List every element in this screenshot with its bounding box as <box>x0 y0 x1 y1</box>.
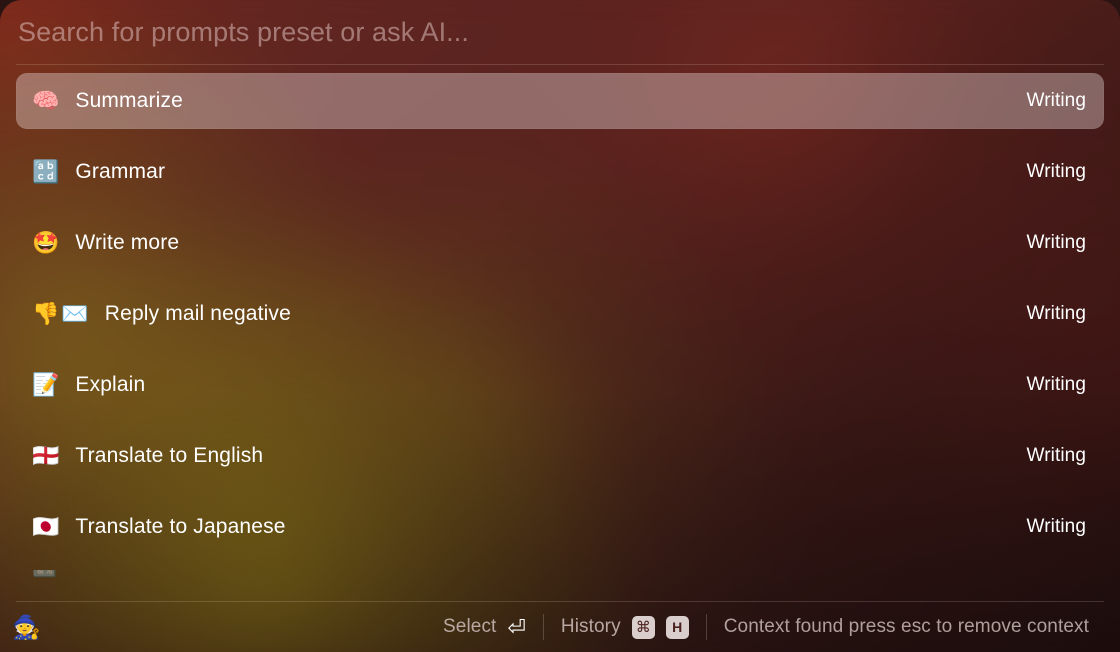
launcher-content: 🧠 Summarize Writing 🔡 Grammar Writing 🤩 … <box>0 0 1120 652</box>
command-key-icon: ⌘ <box>631 615 655 639</box>
list-item-label: Write more <box>75 231 180 254</box>
list-item[interactable]: 🏴󠁧󠁢󠁥󠁮󠁧󠁿 Translate to English Writing <box>16 428 1104 484</box>
list-item[interactable]: 👎✉️ Reply mail negative Writing <box>16 286 1104 342</box>
history-label: History <box>560 616 621 637</box>
list-item-category: Writing <box>1026 303 1086 324</box>
search-input[interactable] <box>18 16 1102 48</box>
brain-icon: 🧠 <box>32 88 62 113</box>
list-item[interactable]: 🔡 Grammar Writing <box>16 144 1104 200</box>
list-item-label: Translate to Japanese <box>75 515 286 538</box>
prompt-launcher-window: 🧠 Summarize Writing 🔡 Grammar Writing 🤩 … <box>0 0 1120 652</box>
list-item[interactable]: 🤩 Write more Writing <box>16 215 1104 271</box>
list-item-label: Translate to English <box>75 444 264 467</box>
list-item-label: Summarize <box>75 89 183 112</box>
list-item-label: Grammar <box>75 160 166 183</box>
japan-flag-icon: 🇯🇵 <box>32 514 62 539</box>
list-item-category: Writing <box>1026 516 1086 537</box>
list-item[interactable]: 📝 Explain Writing <box>16 357 1104 413</box>
england-flag-icon: 🏴󠁧󠁢󠁥󠁮󠁧󠁿 <box>32 443 62 468</box>
select-label: Select <box>443 616 497 637</box>
context-status-text: Context found press esc to remove contex… <box>723 616 1089 637</box>
list-item-category: Writing <box>1026 232 1086 253</box>
star-struck-icon: 🤩 <box>32 230 62 255</box>
search-bar <box>0 0 1120 64</box>
list-item-category: Writing <box>1026 90 1086 111</box>
context-status: Context found press esc to remove contex… <box>707 612 1106 642</box>
list-item-partial[interactable]: 🔣 <box>16 570 1104 590</box>
h-key-icon: H <box>665 615 689 639</box>
results-list: 🧠 Summarize Writing 🔡 Grammar Writing 🤩 … <box>0 65 1120 601</box>
list-item[interactable]: 🧠 Summarize Writing <box>16 73 1104 129</box>
select-action[interactable]: Select ⏎ <box>426 612 543 642</box>
input-latin-letters-icon: 🔡 <box>32 159 62 184</box>
list-item[interactable]: 🇯🇵 Translate to Japanese Writing <box>16 499 1104 555</box>
thumbs-down-envelope-icon: 👎✉️ <box>32 301 91 326</box>
memo-icon: 📝 <box>32 372 62 397</box>
list-item-label: Explain <box>75 373 146 396</box>
partial-item-icon: 🔣 <box>32 570 59 577</box>
wizard-icon[interactable]: 🧙 <box>12 615 41 639</box>
list-item-category: Writing <box>1026 161 1086 182</box>
list-item-label: Reply mail negative <box>104 302 291 325</box>
history-action[interactable]: History ⌘ H <box>544 612 706 642</box>
return-key-icon: ⏎ <box>507 615 526 640</box>
footer-bar: 🧙 Select ⏎ History ⌘ H Context found pre… <box>0 602 1120 652</box>
list-item-category: Writing <box>1026 445 1086 466</box>
list-item-category: Writing <box>1026 374 1086 395</box>
